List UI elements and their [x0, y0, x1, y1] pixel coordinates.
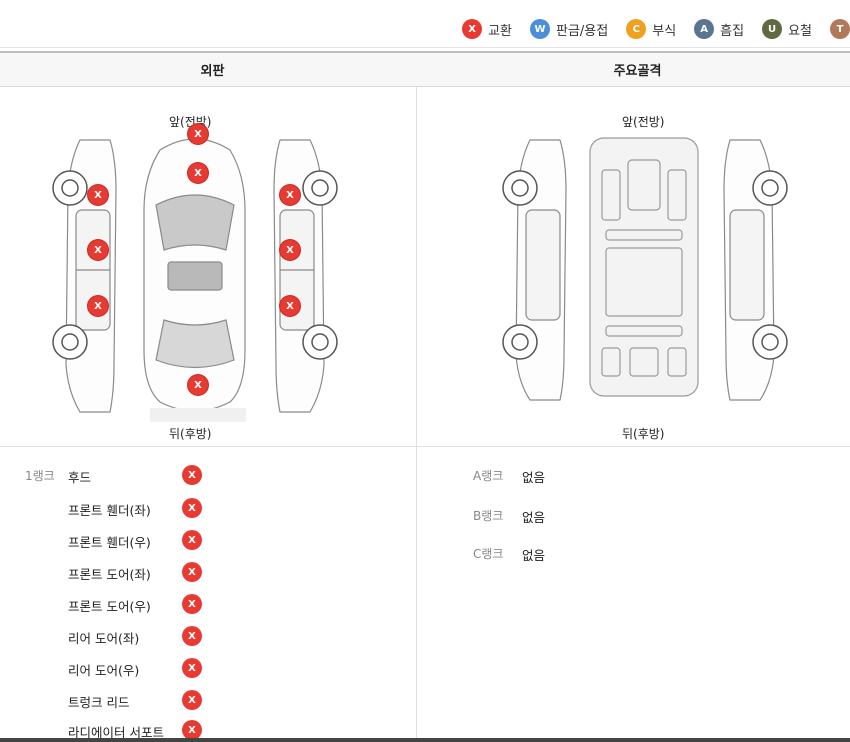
part-name: 리어 도어(우)	[68, 663, 140, 678]
legend-badge-w: W	[530, 19, 550, 39]
part-name: 리어 도어(좌)	[68, 631, 140, 646]
frame-rank-a-value: 없음	[522, 470, 546, 485]
section-header: 외판 주요골격	[0, 51, 850, 87]
legend-item-exchange: X 교환	[462, 19, 512, 39]
legend-badge-t: T	[830, 19, 850, 39]
marker-hood: X	[188, 163, 208, 183]
marker-trunk-lid: X	[188, 375, 208, 395]
header-exterior: 외판	[200, 64, 225, 79]
frame-rank-c-value: 없음	[522, 548, 546, 563]
legend-items: X 교환 W 판금/용접 C 부식 A 흠집 U 요철 T	[462, 19, 850, 39]
legend-badge-c: C	[626, 19, 647, 39]
part-status-marker: X	[182, 530, 202, 550]
exterior-rear-label: 뒤(후방)	[169, 427, 212, 441]
marker-rear-door-left: X	[88, 296, 108, 316]
bottom-scroll-bar	[0, 738, 850, 742]
part-status-marker: X	[182, 690, 202, 710]
part-status-marker: X	[182, 465, 202, 485]
frame-rank-a-label: A랭크	[473, 469, 504, 483]
part-status-marker: X	[182, 562, 202, 582]
part-name: 프론트 도어(우)	[68, 599, 151, 614]
part-name: 트렁크 리드	[68, 695, 130, 710]
legend-label-corrosion: 부식	[652, 23, 677, 39]
marker-front-fender-left: X	[88, 185, 108, 205]
legend-label-dent: 요철	[788, 23, 812, 39]
legend-item-scratch: A 흠집	[694, 19, 744, 39]
frame-rank-c-label: C랭크	[473, 547, 504, 561]
part-name: 프론트 휀더(우)	[68, 535, 151, 550]
legend-item-t: T	[830, 19, 850, 39]
part-status-marker: X	[182, 658, 202, 678]
marker-front-door-left: X	[88, 240, 108, 260]
part-name: 프론트 도어(좌)	[68, 567, 151, 582]
frame-rank-b-label: B랭크	[473, 509, 504, 523]
marker-rear-door-right: X	[280, 296, 300, 316]
legend-label-scratch: 흠집	[720, 23, 745, 39]
part-status-marker: X	[182, 498, 202, 518]
legend-item-sheet-metal: W 판금/용접	[530, 19, 608, 39]
legend-badge-x: X	[462, 19, 483, 39]
legend-label-exchange: 교환	[488, 23, 512, 39]
legend-badge-u: U	[762, 19, 783, 39]
legend-item-corrosion: C 부식	[626, 19, 676, 39]
part-status-marker: X	[182, 720, 202, 740]
part-name: 후드	[68, 470, 92, 485]
marker-hood-top: X	[188, 124, 208, 144]
frame-rank-b-value: 없음	[522, 510, 546, 525]
marker-front-fender-right: X	[280, 185, 300, 205]
frame-car-diagram	[502, 137, 788, 401]
frame-front-label: 앞(전방)	[622, 115, 665, 129]
marker-front-door-right: X	[280, 240, 300, 260]
row-divider	[0, 446, 850, 447]
part-status-marker: X	[182, 594, 202, 614]
part-status-marker: X	[182, 626, 202, 646]
frame-rear-label: 뒤(후방)	[622, 427, 665, 441]
header-frame: 주요골격	[613, 64, 662, 79]
part-name: 프론트 휀더(좌)	[68, 503, 151, 518]
column-divider	[416, 87, 417, 742]
legend-badge-a: A	[694, 19, 715, 39]
exterior-rank-label: 1랭크	[25, 469, 55, 483]
legend-bar: X 교환 W 판금/용접 C 부식 A 흠집 U 요철 T	[0, 0, 850, 48]
legend-label-sheet-metal: 판금/용접	[556, 23, 609, 39]
legend-item-dent: U 요철	[762, 19, 812, 39]
